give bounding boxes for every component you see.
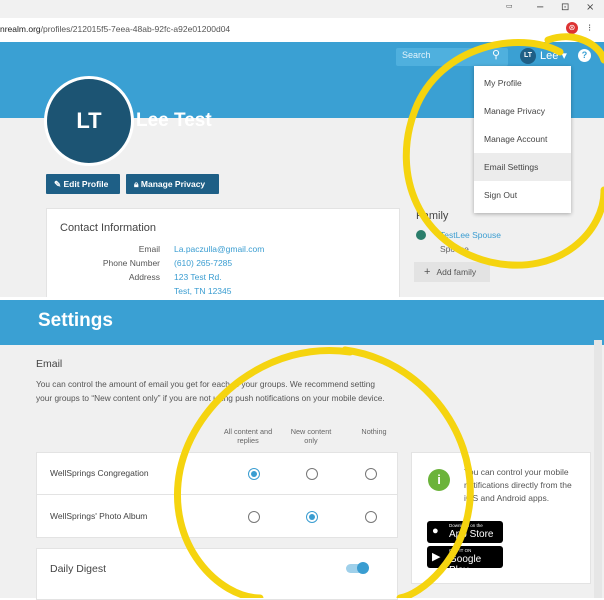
annotation-circle-radios bbox=[174, 346, 474, 598]
annotation-circle-dropdown bbox=[402, 39, 604, 269]
annotation-overlay bbox=[174, 33, 604, 598]
